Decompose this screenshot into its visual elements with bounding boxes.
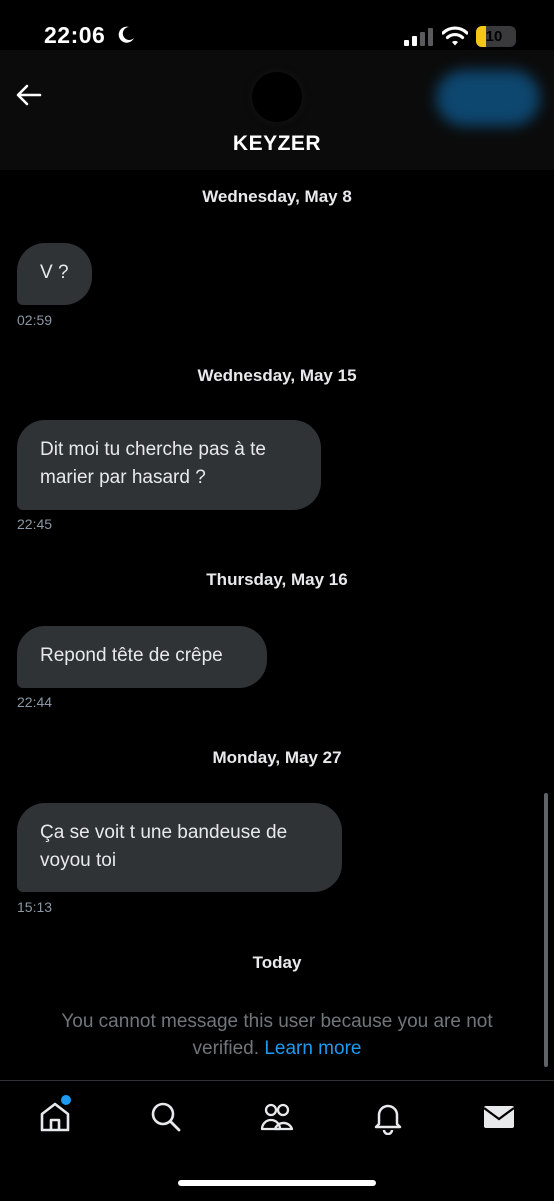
- message-time: 15:13: [17, 899, 53, 915]
- date-separator: Thursday, May 16: [206, 570, 348, 589]
- home-notification-dot: [61, 1095, 71, 1105]
- date-separator: Wednesday, May 15: [197, 366, 357, 385]
- verification-notice: You cannot message this user because you…: [30, 1008, 524, 1062]
- message-time: 02:59: [17, 312, 53, 328]
- battery-level: 10: [485, 28, 503, 45]
- message-bubble[interactable]: Repond tête de crêpe: [17, 626, 267, 688]
- learn-more-link[interactable]: Learn more: [264, 1038, 361, 1059]
- battery-indicator: 10: [476, 26, 516, 47]
- message-time: 22:45: [17, 516, 53, 532]
- wifi-icon: [442, 26, 468, 46]
- home-indicator[interactable]: [178, 1180, 376, 1186]
- signal-icon: [404, 28, 433, 46]
- conversation-header: KEYZER: [0, 50, 554, 170]
- message-bubble[interactable]: Ça se voit t une bandeuse de voyou toi: [17, 803, 342, 892]
- moon-icon: [118, 26, 134, 43]
- messages-icon[interactable]: [481, 1099, 517, 1135]
- search-icon[interactable]: [148, 1099, 184, 1135]
- message-time: 22:44: [17, 694, 53, 710]
- date-separator-today: Today: [252, 953, 302, 972]
- clock: 22:06: [44, 22, 106, 48]
- communities-icon[interactable]: [259, 1099, 295, 1135]
- page-title: KEYZER: [232, 132, 322, 155]
- message-bubble[interactable]: V ?: [17, 243, 92, 305]
- back-arrow-icon[interactable]: [14, 80, 44, 110]
- message-bubble[interactable]: Dit moi tu cherche pas à te marier par h…: [17, 420, 321, 510]
- scrollbar[interactable]: [544, 793, 548, 1067]
- date-separator: Monday, May 27: [212, 748, 342, 767]
- notifications-icon[interactable]: [370, 1099, 406, 1135]
- avatar[interactable]: [252, 72, 302, 122]
- date-separator: Wednesday, May 8: [202, 187, 352, 206]
- follow-button[interactable]: [436, 70, 540, 126]
